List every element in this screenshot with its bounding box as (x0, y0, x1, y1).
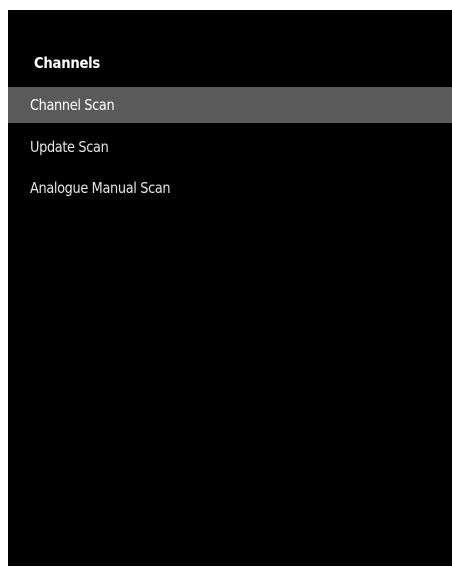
page-title: Channels (34, 54, 101, 72)
menu-item-channel-scan[interactable]: Channel Scan (8, 87, 452, 123)
menu-item-label: Channel Scan (30, 96, 115, 114)
menu-item-update-scan[interactable]: Update Scan (8, 129, 452, 165)
menu-item-analogue-manual-scan[interactable]: Analogue Manual Scan (8, 170, 452, 206)
menu-item-label: Analogue Manual Scan (30, 179, 171, 197)
menu-item-label: Update Scan (30, 138, 109, 156)
channels-menu-panel: Channels Channel Scan Update Scan Analog… (8, 10, 452, 566)
channels-menu-list: Channel Scan Update Scan Analogue Manual… (8, 87, 452, 206)
